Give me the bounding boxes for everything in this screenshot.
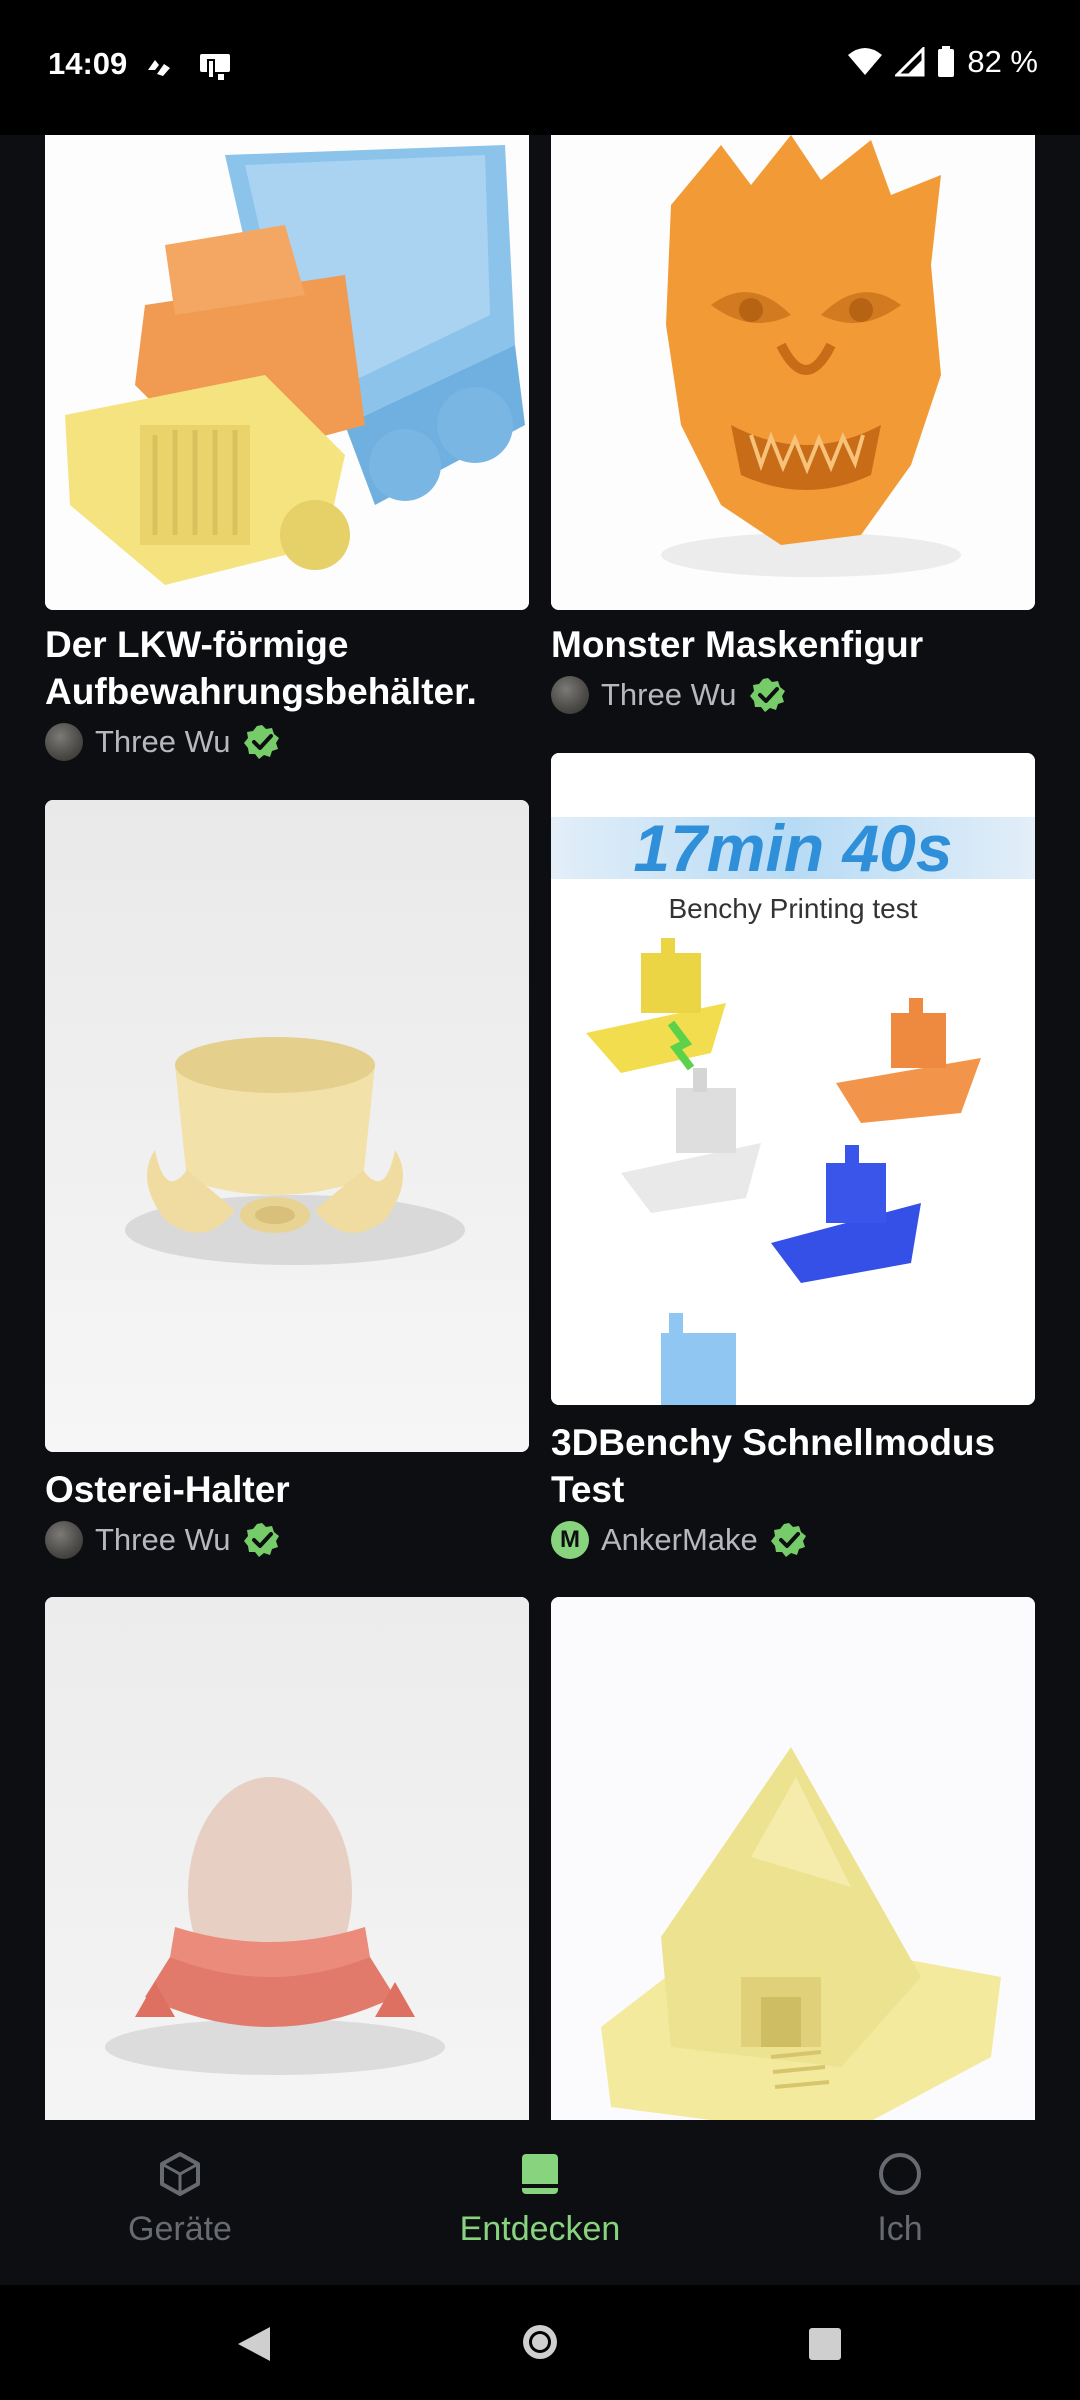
model-title[interactable]: Der LKW-förmige Aufbewahrungsbehälter. xyxy=(45,621,525,715)
model-title[interactable]: Monster Maskenfigur xyxy=(551,621,1031,668)
book-icon xyxy=(522,2154,558,2194)
status-system: 82 % xyxy=(847,44,1038,80)
cube-icon xyxy=(160,2152,200,2196)
system-navigation-bar xyxy=(0,2285,1080,2400)
model-thumbnail[interactable] xyxy=(551,135,1035,610)
model-thumbnail[interactable]: 17min 40s Benchy Printing test xyxy=(551,753,1035,1405)
author-avatar xyxy=(45,1521,83,1559)
back-icon[interactable] xyxy=(236,2325,272,2363)
author-avatar xyxy=(45,723,83,761)
nav-item-discover[interactable]: Entdecken xyxy=(410,2150,670,2249)
benchy-boats-image: 17min 40s Benchy Printing test xyxy=(551,753,1035,1405)
nav-label: Entdecken xyxy=(459,2210,621,2248)
monster-mask-image xyxy=(551,135,1035,610)
model-card[interactable] xyxy=(0,1597,540,2120)
model-thumbnail[interactable] xyxy=(45,1597,529,2120)
device-icon xyxy=(200,54,230,80)
recents-icon[interactable] xyxy=(808,2327,842,2361)
model-title[interactable]: Osterei-Halter xyxy=(45,1466,525,1513)
verified-badge-icon xyxy=(770,1523,806,1557)
house-model-image xyxy=(551,1597,1035,2120)
nav-label: Ich xyxy=(877,2210,923,2248)
benchy-subtitle: Benchy Printing test xyxy=(668,893,917,924)
discover-feed[interactable]: Der LKW-förmige Aufbewahrungsbehälter. T… xyxy=(0,135,1080,2120)
verified-badge-icon xyxy=(749,678,785,712)
model-card[interactable]: 17min 40s Benchy Printing test 3DBenchy … xyxy=(540,753,1080,1703)
model-card[interactable] xyxy=(540,1597,1080,2120)
model-card[interactable]: Monster Maskenfigur Three Wu xyxy=(540,135,1080,735)
ankermake-logo: M xyxy=(551,1521,589,1559)
model-author[interactable]: M AnkerMake xyxy=(551,1521,808,1559)
nav-item-me[interactable]: Ich xyxy=(770,2150,1030,2249)
status-notifications xyxy=(146,50,232,84)
model-thumbnail[interactable] xyxy=(551,1597,1035,2120)
model-author[interactable]: Three Wu xyxy=(551,676,787,714)
model-title[interactable]: 3DBenchy Schnellmodus Test xyxy=(551,1419,1031,1513)
author-avatar xyxy=(551,676,589,714)
author-name: Three Wu xyxy=(95,724,231,759)
cell-signal-icon xyxy=(895,47,925,77)
profile-circle-icon xyxy=(879,2153,921,2195)
status-time: 14:09 xyxy=(48,46,128,81)
model-card[interactable]: Der LKW-förmige Aufbewahrungsbehälter. T… xyxy=(0,135,540,775)
battery-icon xyxy=(938,46,955,77)
verified-badge-icon xyxy=(243,1523,279,1557)
battery-percent: 82 % xyxy=(967,44,1038,79)
link-icon xyxy=(148,60,170,76)
benchy-headline: 17min 40s xyxy=(633,811,952,885)
model-author[interactable]: Three Wu xyxy=(45,1521,281,1559)
model-thumbnail[interactable] xyxy=(45,800,529,1452)
nav-label: Geräte xyxy=(128,2210,232,2248)
octopus-egg-holder-image xyxy=(45,800,529,1452)
home-icon[interactable] xyxy=(521,2323,559,2361)
author-name: AnkerMake xyxy=(601,1522,758,1557)
status-bar: 14:09 82 % xyxy=(0,0,1080,135)
model-card[interactable]: Osterei-Halter Three Wu xyxy=(0,800,540,1700)
model-thumbnail[interactable] xyxy=(45,135,529,610)
wifi-icon xyxy=(848,48,883,75)
verified-badge-icon xyxy=(243,725,279,759)
author-name: Three Wu xyxy=(601,677,737,712)
nav-item-devices[interactable]: Geräte xyxy=(50,2150,310,2249)
egg-cup-bird-image xyxy=(45,1597,529,2120)
truck-storage-box-image xyxy=(45,135,529,610)
model-author[interactable]: Three Wu xyxy=(45,723,281,761)
author-name: Three Wu xyxy=(95,1522,231,1557)
bottom-navigation: Geräte Entdecken Ich xyxy=(0,2120,1080,2285)
